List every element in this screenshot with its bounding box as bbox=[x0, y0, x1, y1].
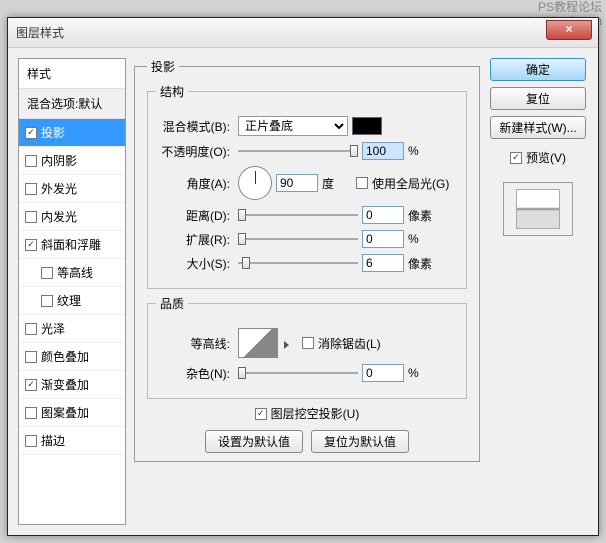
noise-label: 杂色(N): bbox=[156, 365, 234, 382]
shadow-color-swatch[interactable] bbox=[352, 117, 382, 135]
distance-input[interactable] bbox=[362, 206, 404, 224]
style-checkbox[interactable] bbox=[25, 435, 37, 447]
spread-input[interactable] bbox=[362, 230, 404, 248]
angle-input[interactable] bbox=[276, 174, 318, 192]
noise-input[interactable] bbox=[362, 364, 404, 382]
style-checkbox[interactable] bbox=[25, 407, 37, 419]
preview-box bbox=[503, 182, 573, 236]
style-item-6[interactable]: 纹理 bbox=[19, 287, 125, 315]
contour-picker[interactable] bbox=[238, 328, 278, 358]
style-item-7[interactable]: 光泽 bbox=[19, 315, 125, 343]
distance-label: 距离(D): bbox=[156, 207, 234, 224]
style-label: 投影 bbox=[41, 124, 65, 141]
style-item-5[interactable]: 等高线 bbox=[19, 259, 125, 287]
style-label: 渐变叠加 bbox=[41, 376, 89, 393]
contour-label: 等高线: bbox=[156, 335, 234, 352]
antialias-checkbox[interactable] bbox=[302, 337, 314, 349]
size-label: 大小(S): bbox=[156, 255, 234, 272]
style-label: 颜色叠加 bbox=[41, 348, 89, 365]
style-label: 内发光 bbox=[41, 208, 77, 225]
styles-header: 样式 bbox=[19, 59, 125, 89]
global-light-label: 使用全局光(G) bbox=[372, 175, 449, 192]
style-checkbox[interactable] bbox=[25, 239, 37, 251]
style-checkbox[interactable] bbox=[25, 127, 37, 139]
dialog-title: 图层样式 bbox=[16, 24, 64, 41]
style-item-9[interactable]: 渐变叠加 bbox=[19, 371, 125, 399]
style-label: 外发光 bbox=[41, 180, 77, 197]
main-panel: 投影 结构 混合模式(B): 正片叠底 不透明度(O): % bbox=[134, 58, 480, 525]
preview-checkbox[interactable] bbox=[510, 152, 522, 164]
right-panel: 确定 复位 新建样式(W)... 预览(V) bbox=[488, 58, 588, 525]
style-label: 等高线 bbox=[57, 264, 93, 281]
style-checkbox[interactable] bbox=[25, 323, 37, 335]
angle-dial[interactable] bbox=[238, 166, 272, 200]
style-item-0[interactable]: 投影 bbox=[19, 119, 125, 147]
style-checkbox[interactable] bbox=[41, 295, 53, 307]
style-item-1[interactable]: 内阴影 bbox=[19, 147, 125, 175]
opacity-slider[interactable] bbox=[238, 144, 358, 158]
style-item-8[interactable]: 颜色叠加 bbox=[19, 343, 125, 371]
distance-slider[interactable] bbox=[238, 208, 358, 222]
style-checkbox[interactable] bbox=[25, 183, 37, 195]
dialog-content: 样式 混合选项:默认 投影内阴影外发光内发光斜面和浮雕等高线纹理光泽颜色叠加渐变… bbox=[8, 48, 598, 535]
size-slider[interactable] bbox=[238, 256, 358, 270]
style-label: 斜面和浮雕 bbox=[41, 236, 101, 253]
spread-label: 扩展(R): bbox=[156, 231, 234, 248]
angle-unit: 度 bbox=[322, 175, 352, 192]
style-label: 光泽 bbox=[41, 320, 65, 337]
opacity-unit: % bbox=[408, 144, 438, 158]
spread-slider[interactable] bbox=[238, 232, 358, 246]
style-label: 图案叠加 bbox=[41, 404, 89, 421]
style-checkbox[interactable] bbox=[25, 155, 37, 167]
quality-legend: 品质 bbox=[156, 295, 188, 312]
effect-title: 投影 bbox=[147, 58, 179, 75]
effect-fieldset: 投影 结构 混合模式(B): 正片叠底 不透明度(O): % bbox=[134, 58, 480, 462]
style-label: 内阴影 bbox=[41, 152, 77, 169]
quality-fieldset: 品质 等高线: 消除锯齿(L) 杂色(N): % bbox=[147, 295, 467, 399]
style-checkbox[interactable] bbox=[25, 211, 37, 223]
preview-label: 预览(V) bbox=[526, 149, 566, 166]
titlebar[interactable]: 图层样式 × bbox=[8, 18, 598, 48]
style-item-10[interactable]: 图案叠加 bbox=[19, 399, 125, 427]
reset-default-button[interactable]: 复位为默认值 bbox=[311, 430, 409, 453]
preview-swatch bbox=[516, 189, 560, 229]
structure-legend: 结构 bbox=[156, 83, 188, 100]
style-checkbox[interactable] bbox=[25, 351, 37, 363]
global-light-checkbox[interactable] bbox=[356, 177, 368, 189]
layer-style-dialog: 图层样式 × 样式 混合选项:默认 投影内阴影外发光内发光斜面和浮雕等高线纹理光… bbox=[7, 17, 599, 536]
knockout-checkbox[interactable] bbox=[255, 408, 267, 420]
style-item-2[interactable]: 外发光 bbox=[19, 175, 125, 203]
style-label: 描边 bbox=[41, 432, 65, 449]
cancel-button[interactable]: 复位 bbox=[490, 87, 586, 110]
ok-button[interactable]: 确定 bbox=[490, 58, 586, 81]
size-input[interactable] bbox=[362, 254, 404, 272]
style-item-3[interactable]: 内发光 bbox=[19, 203, 125, 231]
antialias-label: 消除锯齿(L) bbox=[318, 335, 381, 352]
blend-options-default[interactable]: 混合选项:默认 bbox=[19, 89, 125, 119]
new-style-button[interactable]: 新建样式(W)... bbox=[490, 116, 586, 139]
style-label: 纹理 bbox=[57, 292, 81, 309]
angle-label: 角度(A): bbox=[156, 175, 234, 192]
size-unit: 像素 bbox=[408, 255, 438, 272]
noise-slider[interactable] bbox=[238, 366, 358, 380]
styles-panel: 样式 混合选项:默认 投影内阴影外发光内发光斜面和浮雕等高线纹理光泽颜色叠加渐变… bbox=[18, 58, 126, 525]
knockout-label: 图层挖空投影(U) bbox=[271, 405, 360, 422]
noise-unit: % bbox=[408, 366, 438, 380]
blend-mode-label: 混合模式(B): bbox=[156, 118, 234, 135]
spread-unit: % bbox=[408, 232, 438, 246]
set-default-button[interactable]: 设置为默认值 bbox=[205, 430, 303, 453]
style-checkbox[interactable] bbox=[41, 267, 53, 279]
style-checkbox[interactable] bbox=[25, 379, 37, 391]
blend-mode-select[interactable]: 正片叠底 bbox=[238, 116, 348, 136]
style-item-4[interactable]: 斜面和浮雕 bbox=[19, 231, 125, 259]
style-item-11[interactable]: 描边 bbox=[19, 427, 125, 455]
opacity-input[interactable] bbox=[362, 142, 404, 160]
distance-unit: 像素 bbox=[408, 207, 438, 224]
close-button[interactable]: × bbox=[546, 20, 592, 40]
opacity-label: 不透明度(O): bbox=[156, 143, 234, 160]
structure-fieldset: 结构 混合模式(B): 正片叠底 不透明度(O): % bbox=[147, 83, 467, 289]
